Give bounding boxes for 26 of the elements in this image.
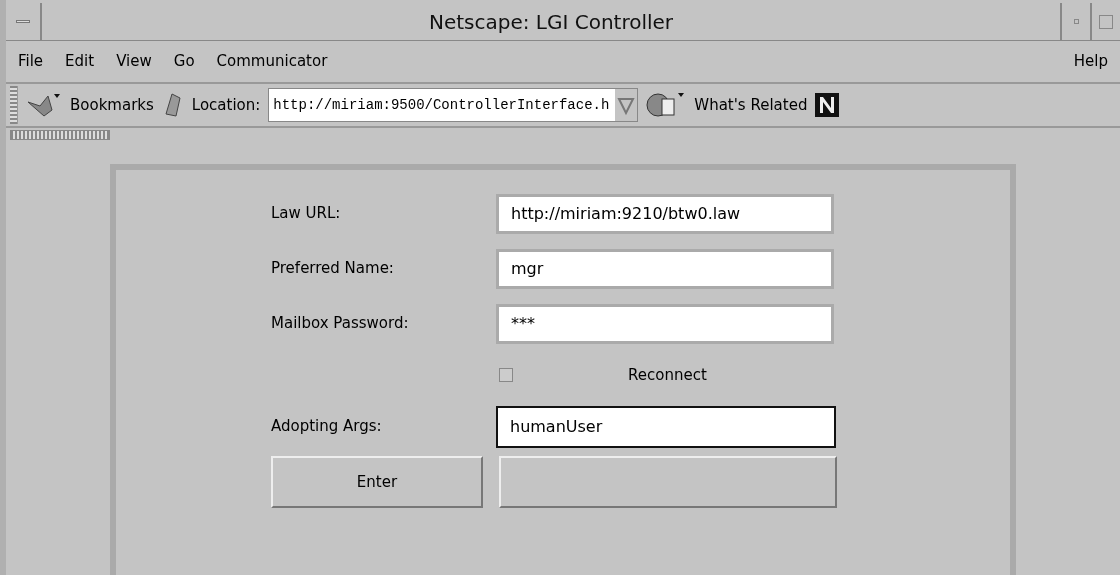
field-label: Law URL: [271, 203, 342, 225]
globe-icon[interactable] [646, 91, 687, 119]
menu-item[interactable]: File [18, 50, 44, 73]
whats-related-label[interactable]: What's Related [694, 93, 808, 117]
logo-icon[interactable] [815, 93, 840, 117]
checkbox-label[interactable]: Reconnect [628, 363, 707, 387]
field-label: Mailbox Password: [271, 313, 410, 335]
checkbox[interactable] [499, 368, 513, 382]
field-label: Adopting Args: [271, 416, 383, 438]
field-label: Preferred Name: [271, 258, 395, 280]
blank-button[interactable] [499, 456, 837, 508]
location-label: Location: [191, 94, 261, 116]
text-field[interactable]: http://miriam:9210/btw0.law [496, 193, 834, 234]
menu-item[interactable]: Help [1073, 50, 1108, 73]
toolbar-grip[interactable] [10, 86, 18, 124]
text-field[interactable]: mgr [496, 248, 834, 289]
bookmarks-label[interactable]: Bookmarks [70, 93, 154, 117]
text-field[interactable]: humanUser [496, 405, 836, 448]
text-field[interactable]: *** [496, 303, 834, 344]
menu-item[interactable]: Edit [65, 50, 95, 73]
enter-button[interactable]: Enter [271, 456, 483, 508]
menu-item[interactable]: Go [173, 50, 195, 73]
collapsed-toolbar-tab[interactable] [10, 130, 110, 140]
menu-item[interactable]: View [116, 50, 152, 73]
window-title: Netscape: LGI Controller [427, 9, 675, 36]
menu-item[interactable]: Communicator [216, 50, 328, 73]
